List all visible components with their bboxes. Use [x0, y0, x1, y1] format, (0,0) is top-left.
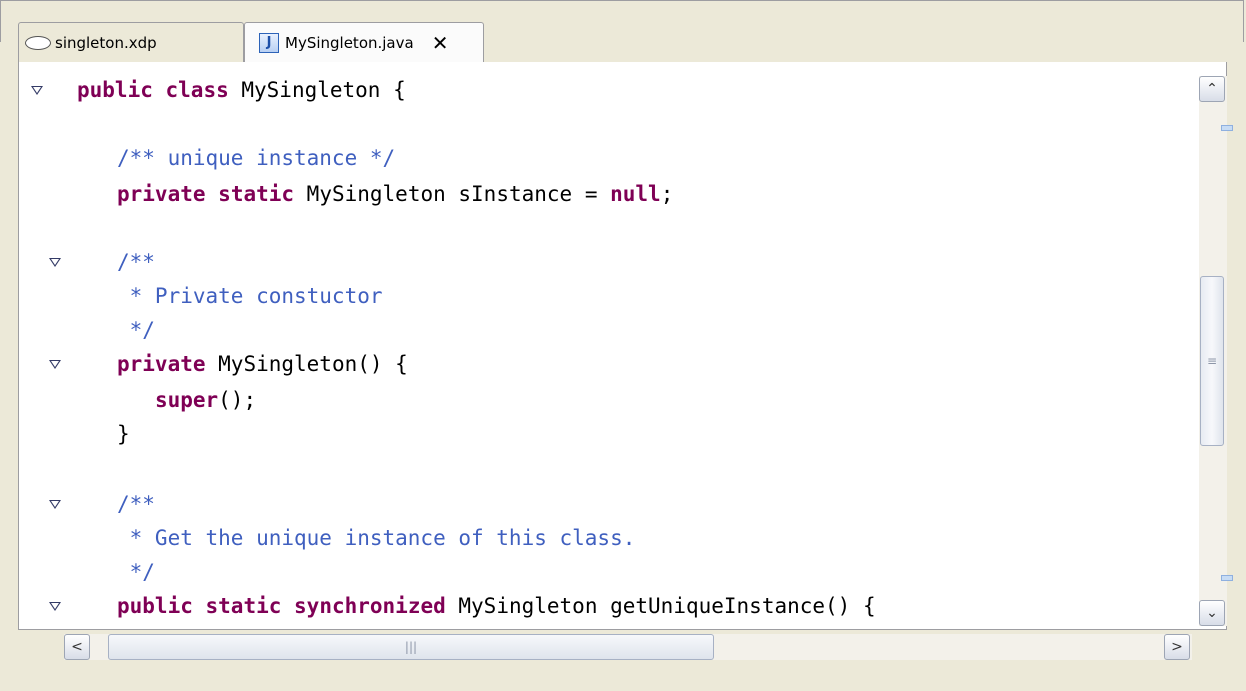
- fold-toggle-icon[interactable]: [49, 500, 61, 509]
- code-keyword: null: [610, 182, 661, 206]
- code-line[interactable]: * Private constuctor: [117, 282, 383, 310]
- code-line[interactable]: private static MySingleton sInstance = n…: [117, 180, 673, 208]
- vertical-scrollbar[interactable]: ⌃ ≡ ⌄: [1199, 76, 1227, 626]
- chevron-left-icon: <: [71, 639, 83, 655]
- code-text-span: [206, 182, 219, 206]
- code-keyword: private: [117, 182, 206, 206]
- close-tab-icon[interactable]: ✕: [432, 33, 449, 53]
- code-keyword: public: [117, 594, 193, 618]
- tab-singleton-xdp[interactable]: singleton.xdp: [18, 22, 244, 62]
- fold-toggle-icon[interactable]: [49, 360, 61, 369]
- code-line[interactable]: /**: [117, 248, 155, 276]
- code-text-span: MySingleton {: [228, 78, 406, 102]
- tab-label: MySingleton.java: [285, 33, 414, 52]
- code-line[interactable]: public class MySingleton {: [77, 76, 406, 104]
- folding-gutter: [19, 62, 67, 629]
- xdp-file-icon: [25, 35, 51, 50]
- code-editor-area[interactable]: public class MySingleton { /** unique ins…: [18, 62, 1227, 630]
- code-comment: /**: [117, 492, 155, 516]
- code-comment: */: [117, 560, 155, 584]
- code-keyword: static: [205, 594, 282, 618]
- code-comment: */: [117, 318, 155, 342]
- java-file-icon: J: [259, 32, 279, 53]
- editor-bottom-border: [0, 664, 1246, 691]
- grip-icon: |||: [404, 640, 418, 654]
- fold-toggle-icon[interactable]: [49, 258, 61, 267]
- code-line[interactable]: public static synchronized MySingleton g…: [117, 592, 876, 620]
- code-text-span: MySingleton() {: [205, 352, 408, 376]
- code-keyword: static: [218, 182, 295, 206]
- code-keyword: synchronized: [294, 594, 446, 618]
- overview-ruler-mark[interactable]: [1221, 125, 1233, 131]
- code-text-span: [193, 594, 206, 618]
- code-keyword: public: [77, 78, 153, 102]
- vertical-scroll-thumb[interactable]: ≡: [1200, 276, 1224, 446]
- code-line[interactable]: */: [117, 316, 155, 344]
- chevron-down-icon: ⌄: [1206, 605, 1218, 621]
- code-line[interactable]: * Get the unique instance of this class.: [117, 524, 636, 552]
- code-line[interactable]: super();: [117, 386, 256, 414]
- code-comment: * Get the unique instance of this class.: [117, 526, 636, 550]
- code-text-span: [153, 78, 166, 102]
- fold-toggle-icon[interactable]: [49, 602, 61, 611]
- scroll-right-button[interactable]: >: [1164, 634, 1190, 660]
- code-keyword: private: [117, 352, 206, 376]
- code-text[interactable]: public class MySingleton { /** unique ins…: [77, 62, 1197, 629]
- code-line[interactable]: private MySingleton() {: [117, 350, 408, 378]
- chevron-up-icon: ⌃: [1206, 81, 1218, 97]
- horizontal-scroll-thumb[interactable]: |||: [108, 634, 714, 660]
- code-comment: /** unique instance */: [117, 146, 396, 170]
- java-editor-window: singleton.xdp J MySingleton.java ✕ publi…: [0, 0, 1246, 691]
- code-comment: * Private constuctor: [117, 284, 383, 308]
- horizontal-scrollbar[interactable]: < ||| >: [64, 634, 1192, 660]
- code-line[interactable]: /**: [117, 490, 155, 518]
- code-text-span: [117, 388, 155, 412]
- code-line[interactable]: */: [117, 558, 155, 586]
- code-text-span: ;: [660, 182, 674, 206]
- scroll-left-button[interactable]: <: [64, 634, 90, 660]
- scroll-up-button[interactable]: ⌃: [1199, 76, 1225, 102]
- code-line[interactable]: }: [117, 420, 130, 448]
- code-text-span: }: [117, 422, 130, 446]
- overview-ruler-mark[interactable]: [1221, 575, 1233, 581]
- code-text-span: ();: [218, 388, 257, 412]
- code-keyword: class: [165, 78, 229, 102]
- fold-toggle-icon[interactable]: [31, 86, 43, 95]
- tab-label: singleton.xdp: [55, 33, 157, 52]
- code-text-span: MySingleton getUniqueInstance() {: [445, 594, 876, 618]
- tab-mysingleton-java[interactable]: J MySingleton.java ✕: [244, 22, 484, 62]
- code-comment: /**: [117, 250, 155, 274]
- scroll-down-button[interactable]: ⌄: [1199, 600, 1225, 626]
- code-text-span: MySingleton sInstance =: [294, 182, 611, 206]
- code-keyword: super: [154, 388, 219, 412]
- code-text-span: [281, 594, 294, 618]
- grip-icon: ≡: [1206, 354, 1218, 368]
- chevron-right-icon: >: [1171, 639, 1183, 655]
- code-line[interactable]: /** unique instance */: [117, 144, 395, 172]
